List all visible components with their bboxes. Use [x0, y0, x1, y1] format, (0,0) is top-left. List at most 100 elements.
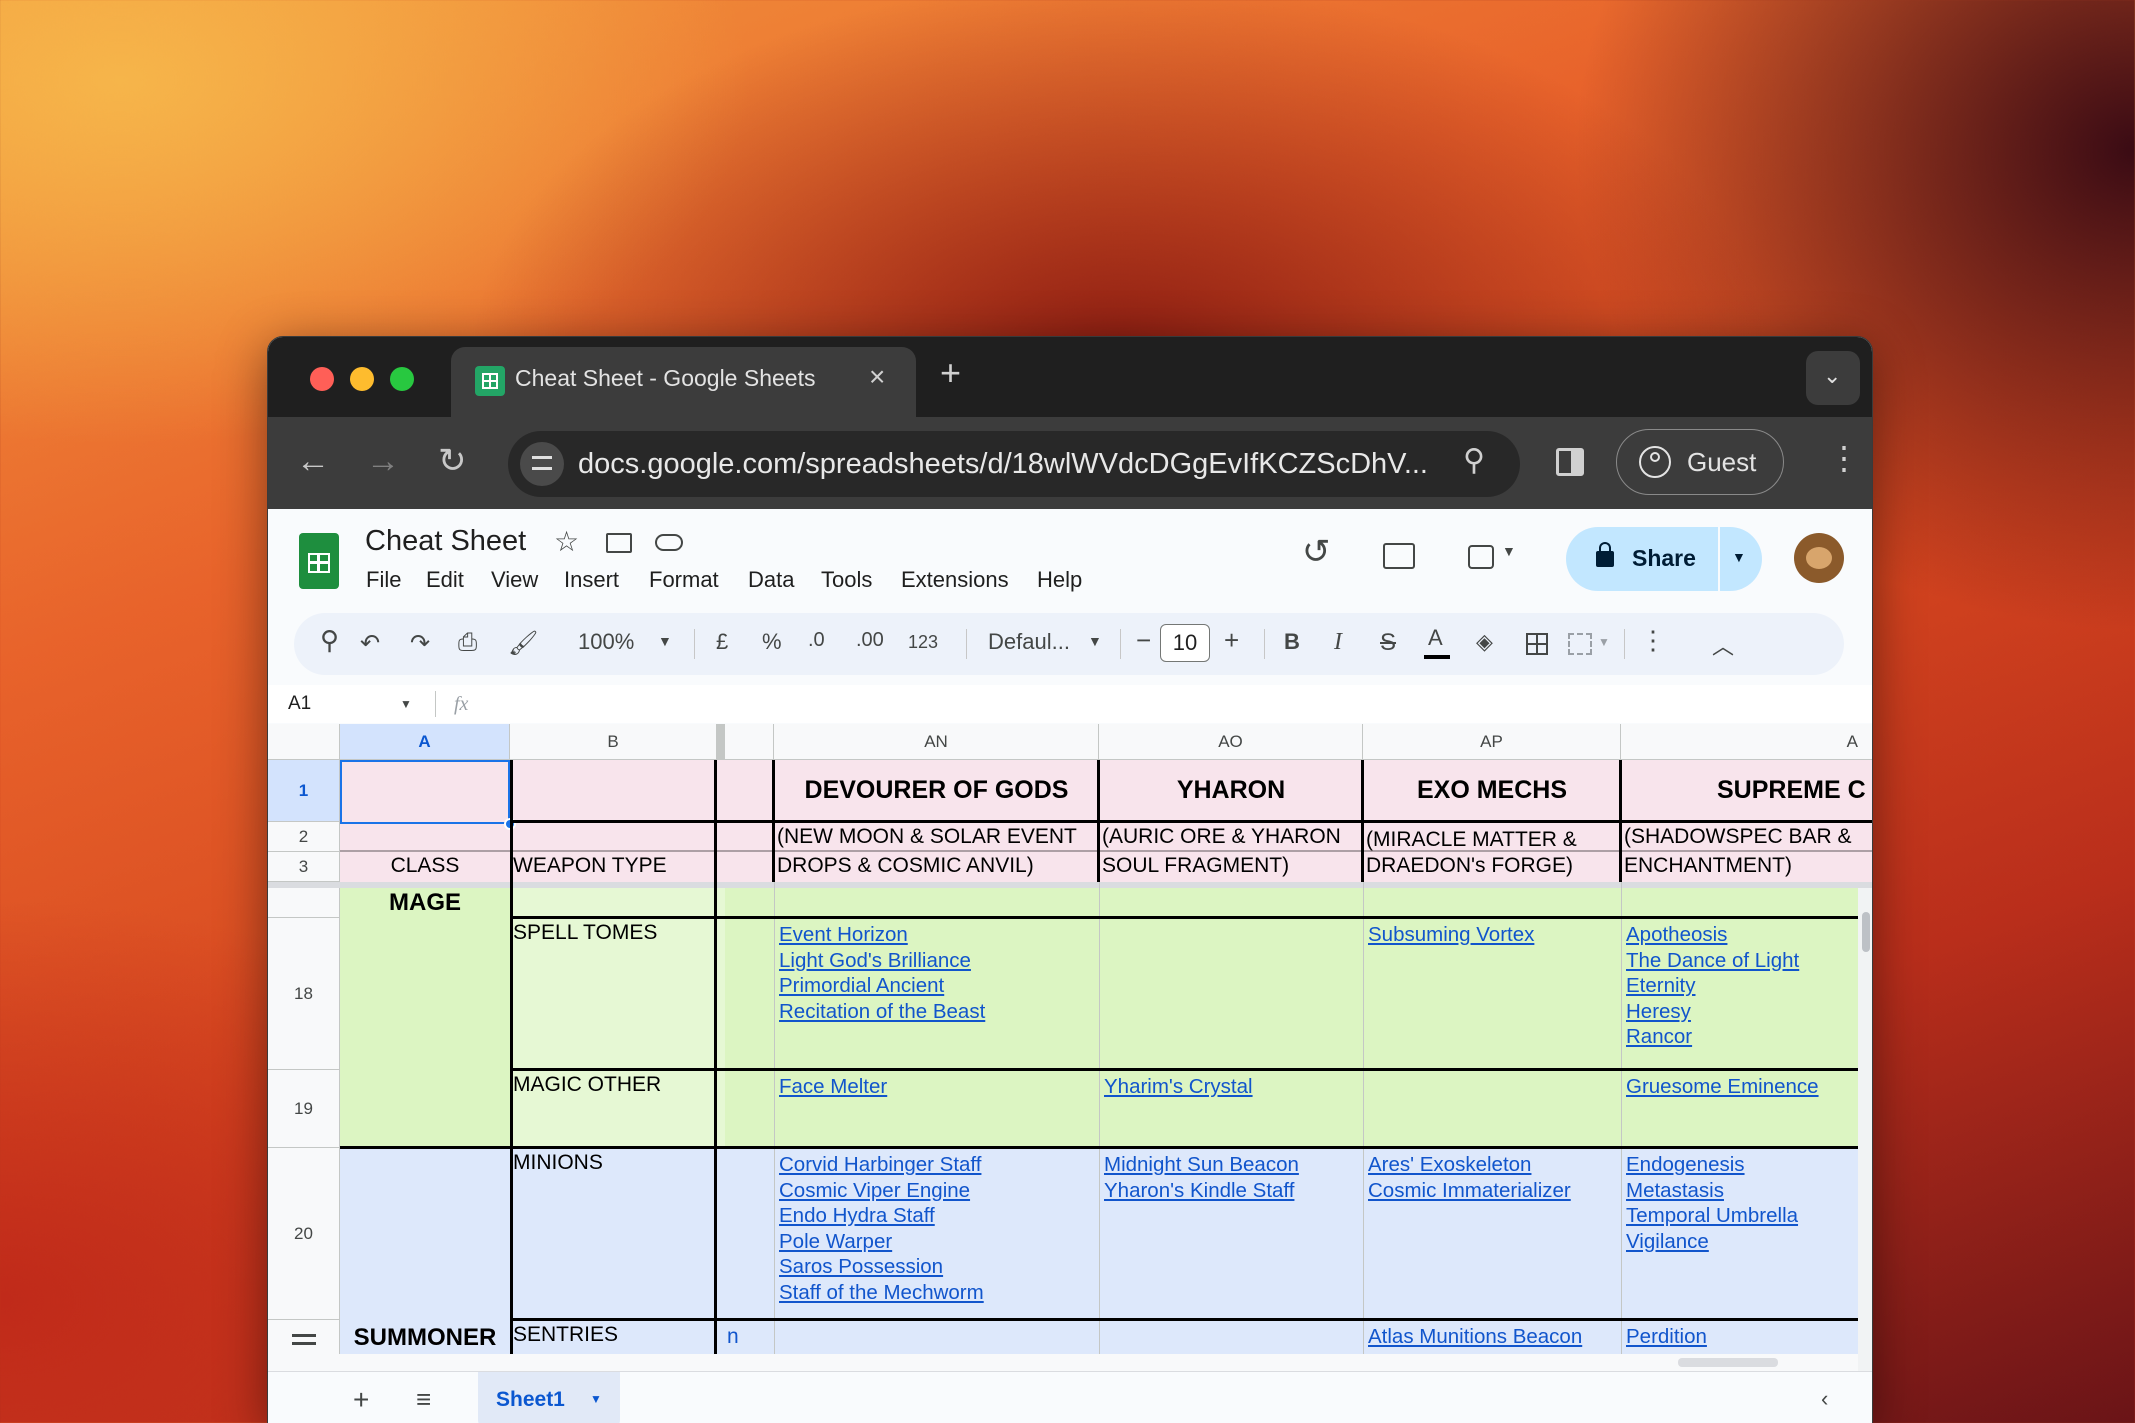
increase-font-size-icon[interactable]: +	[1224, 625, 1239, 656]
col-header-an[interactable]: AN	[774, 724, 1099, 760]
paint-format-icon[interactable]: 🖌	[508, 629, 538, 658]
item-link[interactable]: Apotheosis	[1626, 922, 1872, 948]
item-link[interactable]: Event Horizon	[779, 922, 1099, 948]
search-menus-icon[interactable]: ⚲	[320, 625, 339, 656]
maximize-window-button[interactable]	[390, 367, 414, 391]
menu-edit[interactable]: Edit	[426, 567, 464, 593]
item-link[interactable]: Light God's Brilliance	[779, 948, 1099, 974]
browser-tab[interactable]: Cheat Sheet - Google Sheets ×	[451, 347, 916, 417]
meet-dropdown-icon[interactable]: ▼	[1502, 543, 1516, 559]
new-tab-icon[interactable]: +	[940, 355, 961, 391]
weapon-type-cell[interactable]: MAGIC OTHER	[513, 1073, 713, 1097]
decrease-decimal-button[interactable]: .0	[808, 629, 825, 652]
row-header-20[interactable]: 20	[268, 1148, 340, 1320]
add-sheet-icon[interactable]: +	[353, 1384, 369, 1416]
share-button[interactable]: Share ▼	[1566, 527, 1762, 591]
all-sheets-icon[interactable]: ≡	[416, 1384, 431, 1415]
item-link[interactable]: Cosmic Immaterializer	[1368, 1178, 1621, 1204]
menu-help[interactable]: Help	[1037, 567, 1082, 593]
weapon-type-cell[interactable]: SENTRIES	[513, 1323, 713, 1347]
side-panel-icon[interactable]	[1556, 448, 1584, 476]
item-link[interactable]: Heresy	[1626, 999, 1872, 1025]
zoom-dropdown-icon[interactable]: ▼	[658, 633, 672, 649]
sheet-tab-sheet1[interactable]: Sheet1 ▼	[478, 1372, 620, 1423]
redo-icon[interactable]: ↷	[410, 629, 430, 658]
more-formats-button[interactable]: 123	[908, 632, 938, 653]
horizontal-scroll-thumb[interactable]	[1678, 1358, 1778, 1367]
row-header-1[interactable]: 1	[268, 760, 340, 822]
profile-button[interactable]: Guest	[1616, 429, 1784, 495]
address-bar[interactable]: docs.google.com/spreadsheets/d/18wlWVdcD…	[508, 431, 1520, 497]
item-link[interactable]: Gruesome Eminence	[1626, 1074, 1872, 1100]
font-size-input[interactable]: 10	[1160, 624, 1210, 662]
formula-input[interactable]	[488, 685, 1872, 723]
name-box-dropdown-icon[interactable]: ▼	[400, 697, 412, 711]
col-header-ap[interactable]: AP	[1363, 724, 1621, 760]
item-link[interactable]: Perdition	[1626, 1324, 1872, 1350]
item-link[interactable]: Midnight Sun Beacon	[1104, 1152, 1363, 1178]
print-icon[interactable]: ⎙	[458, 629, 477, 657]
col-header-hidden[interactable]	[725, 724, 774, 760]
close-tab-icon[interactable]: ×	[869, 361, 885, 393]
item-link[interactable]: Endo Hydra Staff	[779, 1203, 1099, 1229]
menu-format[interactable]: Format	[649, 567, 719, 593]
row-header-2[interactable]: 2	[268, 822, 340, 852]
strikethrough-icon[interactable]: S	[1380, 629, 1396, 657]
item-link[interactable]: Ares' Exoskeleton	[1368, 1152, 1621, 1178]
minimize-window-button[interactable]	[350, 367, 374, 391]
explore-panel-icon[interactable]: ‹	[1821, 1386, 1828, 1412]
row-header-17[interactable]	[268, 888, 340, 918]
search-icon[interactable]: ⚲	[1463, 443, 1485, 478]
item-link[interactable]: Rancor	[1626, 1024, 1872, 1050]
select-all-corner[interactable]	[268, 724, 340, 760]
selected-cell-a1[interactable]	[340, 760, 510, 824]
percent-format-button[interactable]: %	[762, 629, 782, 655]
sheets-logo-icon[interactable]	[299, 533, 339, 589]
merge-cells-icon[interactable]	[1568, 633, 1592, 655]
item-link[interactable]: Atlas Munitions Beacon	[1368, 1324, 1621, 1350]
item-link[interactable]: Temporal Umbrella	[1626, 1203, 1872, 1229]
weapon-type-cell[interactable]: MINIONS	[513, 1151, 713, 1175]
item-link[interactable]: Vigilance	[1626, 1229, 1872, 1255]
collapse-toolbar-icon[interactable]: ︿	[1712, 629, 1734, 661]
reload-icon[interactable]: ↻	[438, 444, 467, 478]
mage-class-cell[interactable]	[340, 888, 510, 1148]
more-options-icon[interactable]: ⋮	[1640, 625, 1666, 656]
name-box[interactable]: A1	[288, 693, 311, 715]
cloud-status-icon[interactable]	[655, 534, 683, 551]
item-link[interactable]: Staff of the Mechworm	[779, 1280, 1099, 1306]
col-header-aq[interactable]: A	[1621, 724, 1872, 760]
menu-extensions[interactable]: Extensions	[901, 567, 1009, 593]
row-header-18[interactable]: 18	[268, 918, 340, 1070]
version-history-icon[interactable]: ↺	[1302, 535, 1331, 569]
menu-view[interactable]: View	[491, 567, 538, 593]
horizontal-scrollbar[interactable]	[268, 1354, 1858, 1371]
meet-icon[interactable]	[1468, 545, 1494, 569]
item-link[interactable]: Metastasis	[1626, 1178, 1872, 1204]
borders-icon[interactable]	[1526, 633, 1548, 655]
item-link[interactable]: Recitation of the Beast	[779, 999, 1099, 1025]
bold-button[interactable]: B	[1284, 629, 1300, 655]
merge-dropdown-icon[interactable]: ▼	[1598, 635, 1610, 649]
item-link[interactable]: Subsuming Vortex	[1368, 922, 1621, 948]
decrease-font-size-icon[interactable]: −	[1136, 625, 1151, 656]
item-link[interactable]: Endogenesis	[1626, 1152, 1872, 1178]
col-header-a[interactable]: A	[340, 724, 510, 760]
fill-color-icon[interactable]: ◈	[1476, 629, 1493, 655]
italic-button[interactable]: I	[1334, 629, 1342, 656]
font-dropdown-icon[interactable]: ▼	[1088, 633, 1102, 649]
row-header-19[interactable]: 19	[268, 1070, 340, 1148]
item-link[interactable]: Primordial Ancient	[779, 973, 1099, 999]
comments-icon[interactable]	[1383, 543, 1415, 569]
move-folder-icon[interactable]	[606, 533, 632, 553]
item-link[interactable]: Cosmic Viper Engine	[779, 1178, 1099, 1204]
close-window-button[interactable]	[310, 367, 334, 391]
forward-icon[interactable]: →	[366, 444, 400, 478]
undo-icon[interactable]: ↶	[360, 629, 380, 658]
item-link[interactable]: Face Melter	[779, 1074, 1099, 1100]
menu-tools[interactable]: Tools	[821, 567, 872, 593]
text-color-button[interactable]: A	[1428, 625, 1443, 651]
item-link[interactable]: Eternity	[1626, 973, 1872, 999]
tab-search-button[interactable]: ⌄	[1806, 351, 1860, 405]
zoom-select[interactable]: 100%	[578, 629, 634, 655]
